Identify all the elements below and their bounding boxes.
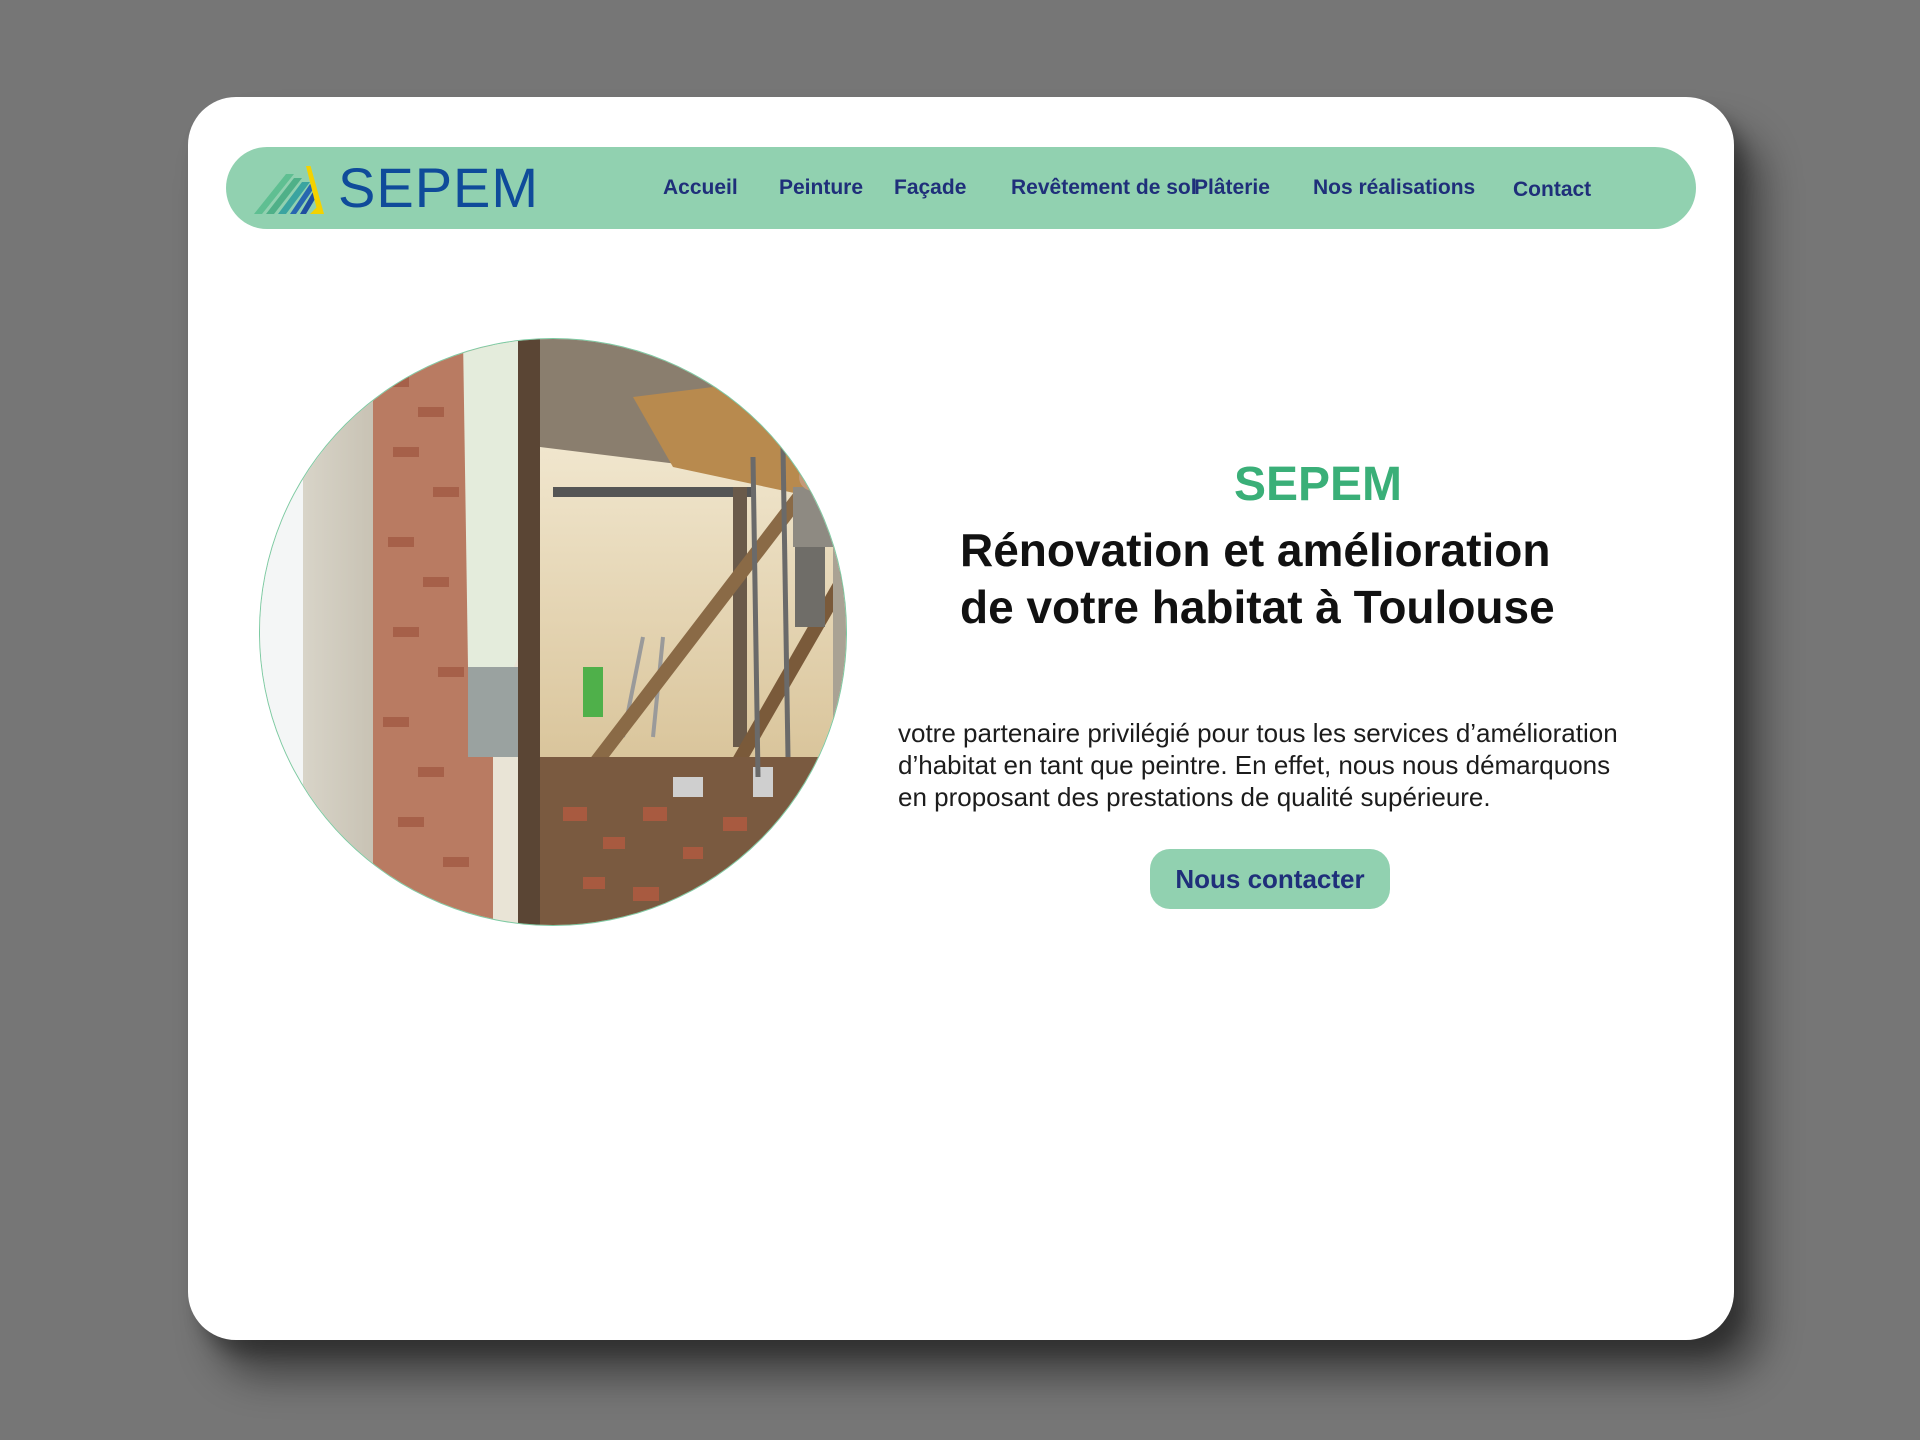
hero-description: votre partenaire privilégié pour tous le… — [898, 717, 1698, 813]
hero-brand-title: SEPEM — [1233, 458, 1403, 511]
nav-accueil[interactable]: Accueil — [663, 175, 738, 201]
hero-title: Rénovation et amélioration de votre habi… — [960, 522, 1660, 636]
hero-description-line-1: votre partenaire privilégié pour tous le… — [898, 718, 1618, 748]
contact-button[interactable]: Nous contacter — [1150, 849, 1390, 909]
nav-contact[interactable]: Contact — [1513, 177, 1591, 203]
nav-peinture[interactable]: Peinture — [779, 175, 863, 201]
navbar: SEPEM Accueil Peinture Façade Revêtement… — [226, 147, 1696, 229]
website-preview-card: SEPEM Accueil Peinture Façade Revêtement… — [188, 97, 1734, 1340]
logo[interactable]: SEPEM — [254, 159, 564, 217]
logo-mark-icon — [254, 166, 324, 214]
hero-title-line-2: de votre habitat à Toulouse — [960, 581, 1555, 633]
nav-facade[interactable]: Façade — [894, 175, 966, 201]
hero-description-line-3: en proposant des prestations de qualité … — [898, 782, 1491, 812]
nav-platerie[interactable]: Plâterie — [1194, 175, 1270, 201]
hero-description-line-2: d’habitat en tant que peintre. En effet,… — [898, 750, 1611, 780]
hero-image — [259, 338, 847, 926]
nav-revetement-de-sol[interactable]: Revêtement de sol — [1011, 175, 1197, 201]
logo-text: SEPEM — [338, 156, 540, 219]
hero-title-line-1: Rénovation et amélioration — [960, 524, 1551, 576]
nav-nos-realisations[interactable]: Nos réalisations — [1313, 175, 1475, 201]
